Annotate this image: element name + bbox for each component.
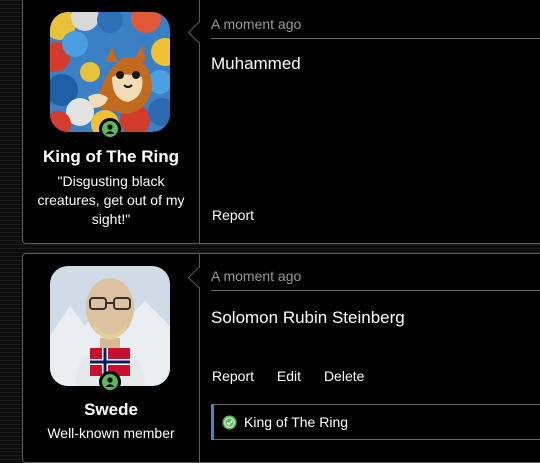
edit-button[interactable]: Edit [277, 368, 301, 384]
avatar[interactable] [50, 266, 170, 386]
check-circle-icon [222, 415, 237, 435]
reaction-user-link[interactable]: King of The Ring [244, 414, 348, 430]
cartoon-cat-avatar-image [50, 12, 170, 132]
message-post: Swede Well-known member A moment ago Sol… [22, 253, 540, 463]
divider [211, 38, 540, 39]
reactions-bar[interactable]: King of The Ring [211, 404, 540, 440]
bald-man-avatar-image [50, 266, 170, 386]
message-actions: Report [212, 207, 273, 223]
username[interactable]: King of The Ring [23, 147, 199, 167]
user-title: "Disgusting black creatures, get out of … [37, 173, 185, 227]
report-button[interactable]: Report [212, 368, 254, 384]
message-body: Muhammed [211, 54, 301, 73]
delete-button[interactable]: Delete [324, 368, 364, 384]
message-actions: Report Edit Delete [212, 368, 383, 384]
online-status-icon [99, 371, 121, 393]
online-status-icon [99, 118, 121, 140]
username[interactable]: Swede [23, 400, 199, 420]
user-title: Well-known member [47, 425, 175, 441]
divider [211, 290, 540, 291]
avatar[interactable] [50, 12, 170, 132]
message-user-cell: Swede Well-known member [23, 254, 200, 462]
message-user-cell: King of The Ring "Disgusting black creat… [23, 0, 200, 243]
timestamp[interactable]: A moment ago [211, 16, 301, 32]
report-button[interactable]: Report [212, 207, 254, 223]
message-post: King of The Ring "Disgusting black creat… [22, 0, 540, 244]
message-body: Solomon Rubin Steinberg [211, 308, 405, 327]
timestamp[interactable]: A moment ago [211, 268, 301, 284]
